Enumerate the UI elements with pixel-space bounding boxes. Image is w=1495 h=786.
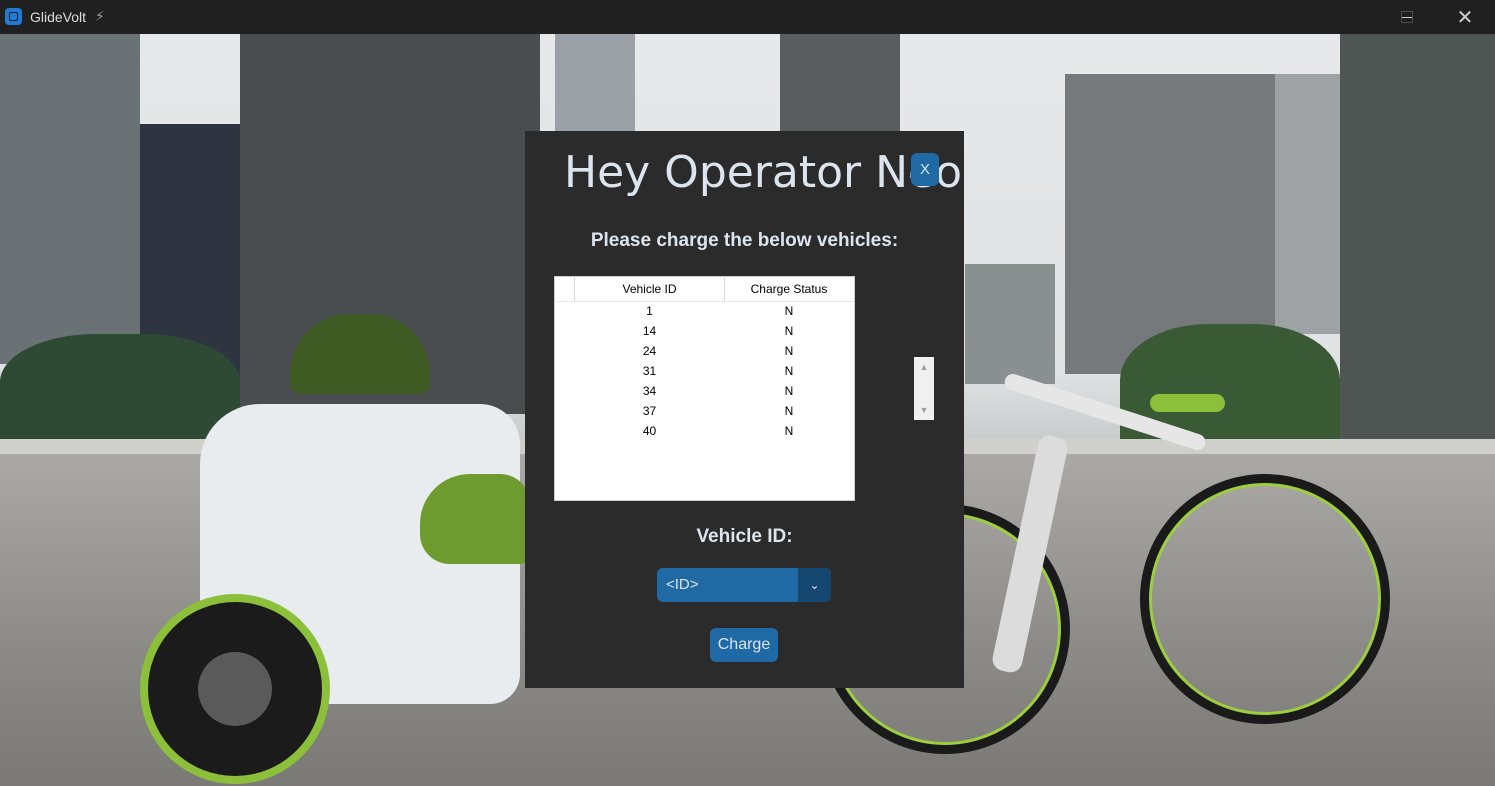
cell-charge-status: N	[784, 304, 794, 318]
charge-button[interactable]: Charge	[710, 628, 778, 662]
cell-charge-status: N	[784, 404, 794, 418]
title-bar: GlideVolt ⚡ ✕	[0, 0, 1495, 34]
table-row[interactable]: 34 N	[555, 381, 854, 401]
bolt-icon: ⚡	[95, 8, 105, 24]
app-icon	[5, 8, 22, 25]
vehicle-table: Vehicle ID Charge Status 1 N 14 N 24 N 3…	[554, 276, 855, 501]
vehicle-id-select[interactable]: <ID> ⌄	[657, 568, 831, 602]
table-body: 1 N 14 N 24 N 31 N 34 N 37 N 40 N	[555, 301, 854, 441]
table-row[interactable]: 31 N	[555, 361, 854, 381]
table-row[interactable]: 24 N	[555, 341, 854, 361]
cell-charge-status: N	[784, 324, 794, 338]
close-icon: ✕	[1456, 6, 1474, 29]
maximize-icon	[1401, 11, 1413, 23]
table-row[interactable]: 37 N	[555, 401, 854, 421]
chevron-down-icon[interactable]: ⌄	[798, 568, 831, 602]
vehicle-id-label: Vehicle ID:	[696, 526, 793, 547]
close-window-button[interactable]: ✕	[1436, 0, 1494, 34]
cell-vehicle-id: 40	[642, 424, 657, 438]
window-title: GlideVolt	[30, 9, 87, 25]
table-scrollbar[interactable]: ▲ ▼	[914, 357, 934, 420]
cell-vehicle-id: 14	[642, 324, 657, 338]
table-row[interactable]: 1 N	[555, 301, 854, 321]
table-row[interactable]: 14 N	[555, 321, 854, 341]
dialog-title: Hey Operator Neo	[564, 147, 963, 198]
cell-vehicle-id: 31	[642, 364, 657, 378]
column-header-vehicle-id[interactable]: Vehicle ID	[575, 277, 725, 301]
table-row[interactable]: 40 N	[555, 421, 854, 441]
operator-dialog: Hey Operator Neo X Please charge the bel…	[525, 131, 964, 688]
cell-vehicle-id: 24	[642, 344, 657, 358]
instruction-text: Please charge the below vehicles:	[590, 230, 899, 251]
cell-charge-status: N	[784, 364, 794, 378]
maximize-button[interactable]	[1378, 0, 1436, 34]
cell-vehicle-id: 1	[646, 304, 653, 318]
vehicle-id-select-value: <ID>	[666, 576, 699, 593]
scroll-up-arrow-icon[interactable]: ▲	[914, 357, 934, 377]
cell-vehicle-id: 34	[642, 384, 657, 398]
table-header: Vehicle ID Charge Status	[555, 277, 854, 302]
cell-charge-status: N	[784, 384, 794, 398]
cell-charge-status: N	[784, 344, 794, 358]
close-dialog-button[interactable]: X	[911, 153, 939, 186]
row-header-column	[555, 277, 575, 301]
cell-vehicle-id: 37	[642, 404, 657, 418]
cell-charge-status: N	[784, 424, 794, 438]
column-header-charge-status[interactable]: Charge Status	[725, 277, 853, 301]
scroll-down-arrow-icon[interactable]: ▼	[914, 400, 934, 420]
